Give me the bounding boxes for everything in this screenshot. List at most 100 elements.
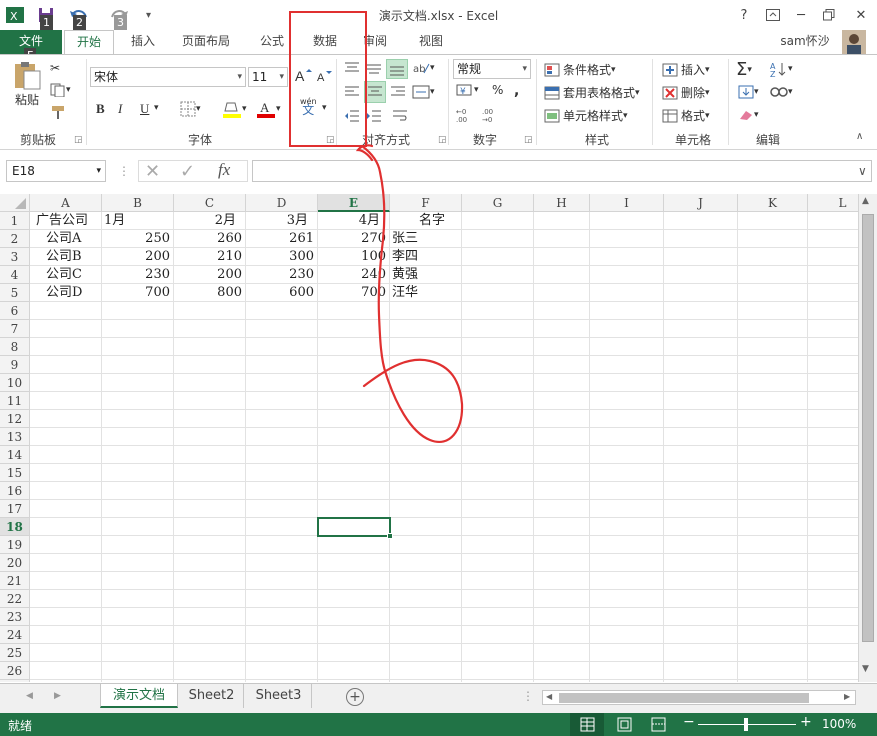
- row-header-23[interactable]: 23: [0, 608, 30, 626]
- increase-decimal-icon[interactable]: ←0.00: [456, 107, 476, 123]
- font-name-select[interactable]: 宋体 ▾: [90, 67, 246, 87]
- cell-f4[interactable]: 黄强: [390, 266, 462, 284]
- cell-e1[interactable]: 4月: [318, 212, 390, 230]
- align-middle-icon[interactable]: [366, 61, 382, 75]
- cell-e5[interactable]: 700: [318, 284, 390, 302]
- tab-splitter-icon[interactable]: ⋮: [522, 689, 534, 703]
- tab-insert[interactable]: 插入: [122, 30, 164, 54]
- number-launcher-icon[interactable]: ◲: [524, 135, 533, 145]
- cell-f3[interactable]: 李四: [390, 248, 462, 266]
- cut-icon[interactable]: ✂: [50, 61, 60, 75]
- insert-function-button[interactable]: fx: [218, 160, 230, 180]
- ribbon-display-options-icon[interactable]: [762, 6, 784, 24]
- cell-a1[interactable]: 广告公司: [30, 212, 102, 230]
- phonetic-guide-button[interactable]: wén 文: [300, 97, 317, 116]
- phonetic-dropdown-icon[interactable]: ▾: [322, 103, 327, 113]
- row-header-7[interactable]: 7: [0, 320, 30, 338]
- row-header-11[interactable]: 11: [0, 392, 30, 410]
- clipboard-launcher-icon[interactable]: ◲: [74, 135, 83, 145]
- row-header-6[interactable]: 6: [0, 302, 30, 320]
- align-center-icon[interactable]: [364, 81, 386, 103]
- cell-e4[interactable]: 240: [318, 266, 390, 284]
- cell-a2[interactable]: 公司A: [30, 230, 102, 248]
- align-top-icon[interactable]: [344, 61, 360, 75]
- column-header-i[interactable]: I: [590, 194, 664, 212]
- row-header-19[interactable]: 19: [0, 536, 30, 554]
- cell-d2[interactable]: 261: [246, 230, 318, 248]
- wrap-text-icon[interactable]: [392, 109, 408, 123]
- increase-indent-icon[interactable]: [366, 109, 382, 123]
- avatar[interactable]: [842, 30, 866, 54]
- decrease-font-icon[interactable]: A: [316, 69, 332, 83]
- cell-d3[interactable]: 300: [246, 248, 318, 266]
- percent-button[interactable]: %: [492, 83, 503, 97]
- scroll-right-icon[interactable]: ▶: [844, 692, 850, 701]
- align-left-icon[interactable]: [344, 85, 360, 99]
- underline-button[interactable]: U: [140, 101, 149, 117]
- row-header-2[interactable]: 2: [0, 230, 30, 248]
- close-button[interactable]: ✕: [850, 6, 872, 24]
- tab-formulas[interactable]: 公式: [252, 30, 292, 54]
- column-header-c[interactable]: C: [174, 194, 246, 212]
- select-all-button[interactable]: [0, 194, 30, 212]
- decrease-indent-icon[interactable]: [344, 109, 360, 123]
- column-header-b[interactable]: B: [102, 194, 174, 212]
- cell-b3[interactable]: 200: [102, 248, 174, 266]
- row-header-17[interactable]: 17: [0, 500, 30, 518]
- column-header-j[interactable]: J: [664, 194, 738, 212]
- zoom-out-button[interactable]: −: [683, 714, 695, 730]
- sheet-tab[interactable]: Sheet3: [246, 684, 312, 708]
- format-cells-button[interactable]: 格式 ▾: [662, 107, 710, 124]
- zoom-slider-thumb[interactable]: [744, 718, 748, 731]
- format-painter-icon[interactable]: [50, 105, 66, 119]
- zoom-level[interactable]: 100%: [822, 717, 856, 731]
- row-header-18[interactable]: 18: [0, 518, 30, 536]
- cell-c1[interactable]: 2月: [174, 212, 246, 230]
- cell-f1[interactable]: 名字: [390, 212, 462, 230]
- cell-styles-button[interactable]: 单元格样式 ▾: [544, 107, 628, 124]
- fill-color-icon[interactable]: ▾: [222, 99, 247, 119]
- sheet-tab[interactable]: Sheet2: [180, 684, 244, 708]
- row-header-27[interactable]: 27: [0, 680, 30, 682]
- cell-c5[interactable]: 800: [174, 284, 246, 302]
- column-header-a[interactable]: A: [30, 194, 102, 212]
- column-header-d[interactable]: D: [246, 194, 318, 212]
- scroll-up-icon[interactable]: ▲: [862, 196, 869, 206]
- column-header-h[interactable]: H: [534, 194, 590, 212]
- cell-a3[interactable]: 公司B: [30, 248, 102, 266]
- row-header-9[interactable]: 9: [0, 356, 30, 374]
- cell-d1[interactable]: 3月: [246, 212, 318, 230]
- cell-f5[interactable]: 汪华: [390, 284, 462, 302]
- row-header-24[interactable]: 24: [0, 626, 30, 644]
- sort-filter-icon[interactable]: A Z ▾: [770, 61, 793, 77]
- bold-button[interactable]: B: [96, 101, 105, 117]
- row-header-20[interactable]: 20: [0, 554, 30, 572]
- paste-button[interactable]: 粘贴: [10, 61, 44, 111]
- collapse-ribbon-icon[interactable]: ∧: [856, 131, 863, 142]
- cell-e2[interactable]: 270: [318, 230, 390, 248]
- row-header-1[interactable]: 1: [0, 212, 30, 230]
- cancel-icon[interactable]: ✕: [145, 161, 160, 182]
- scroll-sheets-right-icon[interactable]: ▶: [54, 691, 61, 701]
- clear-icon[interactable]: ▾: [738, 109, 759, 121]
- scroll-down-icon[interactable]: ▼: [862, 664, 869, 674]
- formula-bar-splitter-icon[interactable]: ⋮: [118, 164, 130, 178]
- fill-handle[interactable]: [387, 533, 393, 539]
- cell-f2[interactable]: 张三: [390, 230, 462, 248]
- find-select-icon[interactable]: ▾: [770, 85, 793, 99]
- new-sheet-button[interactable]: +: [346, 688, 364, 706]
- cell-a5[interactable]: 公司D: [30, 284, 102, 302]
- sheet-tab-active[interactable]: 演示文档: [100, 684, 178, 708]
- cell-d4[interactable]: 230: [246, 266, 318, 284]
- row-header-12[interactable]: 12: [0, 410, 30, 428]
- autosum-icon[interactable]: Σ ▾: [736, 59, 752, 80]
- number-format-select[interactable]: 常规 ▾: [453, 59, 531, 79]
- cell-a4[interactable]: 公司C: [30, 266, 102, 284]
- vertical-scrollbar[interactable]: ▲ ▼: [858, 194, 877, 682]
- tab-page-layout[interactable]: 页面布局: [172, 30, 240, 54]
- delete-cells-button[interactable]: 删除 ▾: [662, 84, 710, 101]
- insert-cells-button[interactable]: 插入 ▾: [662, 61, 710, 78]
- cell-b5[interactable]: 700: [102, 284, 174, 302]
- alignment-launcher-icon[interactable]: ◲: [438, 135, 447, 145]
- minimize-button[interactable]: ─: [790, 6, 812, 24]
